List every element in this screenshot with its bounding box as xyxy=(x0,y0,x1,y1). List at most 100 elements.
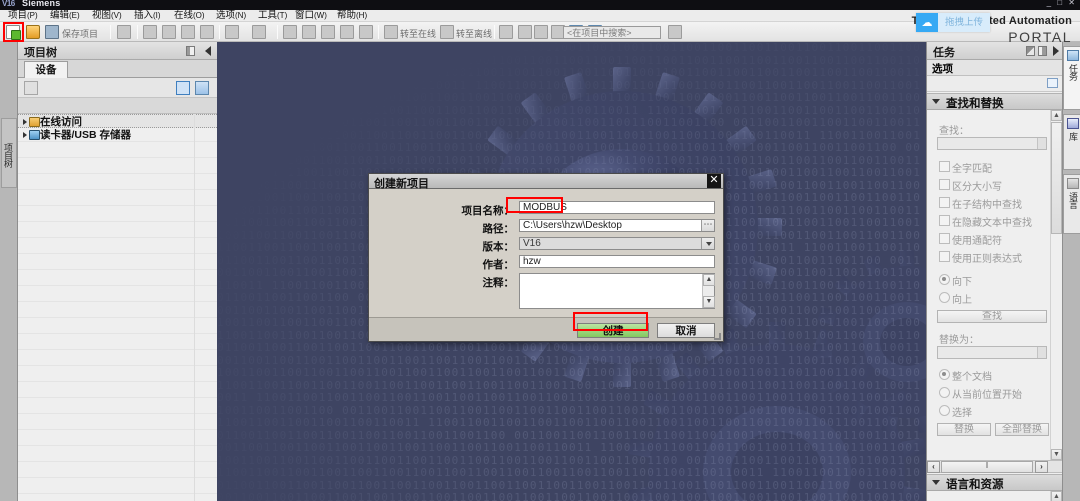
expand-right-icon[interactable] xyxy=(1053,46,1059,56)
sidebar-item-languages[interactable]: 语言 xyxy=(1063,174,1080,234)
cancel-button[interactable]: 取消 xyxy=(657,323,715,338)
chevron-down-icon[interactable] xyxy=(1037,347,1046,358)
scroll-thumb[interactable] xyxy=(1051,122,1062,234)
chevron-down-icon[interactable] xyxy=(932,480,940,485)
replace-input[interactable] xyxy=(937,346,1047,359)
replace-button[interactable]: 替换 xyxy=(937,423,991,436)
cut-icon[interactable] xyxy=(143,25,157,39)
compile-icon[interactable] xyxy=(283,25,297,39)
radio-direction-up[interactable]: 向上 xyxy=(939,291,972,306)
options-toggle-icon[interactable] xyxy=(1047,78,1058,88)
menu-item-help[interactable]: 帮助(H) xyxy=(337,10,367,22)
tree-filter-icon[interactable] xyxy=(24,81,38,95)
window-controls[interactable]: _ □ ✕ xyxy=(1047,0,1077,7)
chevron-down-icon[interactable] xyxy=(701,238,714,249)
scroll-right-button[interactable]: › xyxy=(1035,461,1048,473)
chevron-right-icon[interactable] xyxy=(23,119,27,125)
save-project-label[interactable]: 保存项目 xyxy=(62,27,98,40)
path-input[interactable]: C:\Users\hzw\Desktop ⋯ xyxy=(519,219,715,232)
go-online-icon[interactable] xyxy=(384,25,398,39)
checkbox-find-substruct[interactable]: 在子结构中查找 xyxy=(939,196,1022,211)
save-icon[interactable] xyxy=(45,25,59,39)
comment-scrollbar[interactable]: ▲ ▼ xyxy=(702,274,715,308)
menu-item-window[interactable]: 窗口(W) xyxy=(295,10,327,22)
tree-node-online-access[interactable]: 在线访问 xyxy=(18,114,217,128)
resize-grip-icon[interactable] xyxy=(714,333,721,340)
chevron-down-icon[interactable] xyxy=(932,99,940,104)
open-project-icon[interactable] xyxy=(26,25,40,39)
menu-item-options[interactable]: 选项(N) xyxy=(216,10,246,22)
menu-item-edit[interactable]: 编辑(E) xyxy=(50,10,80,22)
scroll-down-button[interactable]: ▼ xyxy=(703,296,715,308)
task-panel-vertical-scrollbar[interactable]: ▲ ▼ xyxy=(1050,110,1062,460)
tree-columns-icon[interactable] xyxy=(176,81,190,95)
sidebar-item-tasks[interactable]: 任务 xyxy=(1063,46,1080,110)
comment-textarea[interactable]: ▲ ▼ xyxy=(519,273,715,309)
sidebar-item-project-tree[interactable]: 项目树 xyxy=(1,118,17,188)
go-online-label[interactable]: 转至在线 xyxy=(400,27,436,40)
redo-icon[interactable] xyxy=(252,25,266,39)
chevron-down-icon[interactable] xyxy=(1037,138,1046,149)
search-input[interactable]: <在项目中搜索> xyxy=(563,26,661,39)
create-button[interactable]: 创建 xyxy=(577,323,649,338)
project-name-input[interactable]: MODBUS xyxy=(519,201,715,214)
task-panel-horizontal-scrollbar[interactable]: ‹ › xyxy=(927,460,1063,473)
checkbox-use-wildcards[interactable]: 使用通配符 xyxy=(939,232,1002,247)
scroll-down-button[interactable]: ▼ xyxy=(1051,449,1062,460)
diagnostics-icon[interactable] xyxy=(499,25,513,39)
radio-direction-down[interactable]: 向下 xyxy=(939,273,972,288)
checkbox-whole-word[interactable]: 全字匹配 xyxy=(939,160,992,175)
checkbox-use-regex[interactable]: 使用正则表达式 xyxy=(939,250,1022,265)
scroll-up-button[interactable]: ▲ xyxy=(703,274,715,286)
version-select[interactable]: V16 xyxy=(519,237,715,250)
menu-item-project[interactable]: 项目(P) xyxy=(8,10,38,22)
scroll-left-button[interactable]: ‹ xyxy=(927,461,940,473)
go-offline-icon[interactable] xyxy=(440,25,454,39)
menu-item-online[interactable]: 在线(O) xyxy=(174,10,205,22)
replace-all-button[interactable]: 全部替换 xyxy=(995,423,1049,436)
undo-icon[interactable] xyxy=(225,25,239,39)
collapse-left-icon[interactable] xyxy=(205,46,211,56)
scroll-up-button[interactable]: ▲ xyxy=(1051,491,1062,501)
author-input[interactable]: hzw xyxy=(519,255,715,268)
pin-icon[interactable] xyxy=(1038,46,1047,56)
lang-section-vertical-scrollbar[interactable]: ▲ xyxy=(1050,491,1062,501)
restore-icon[interactable] xyxy=(1026,46,1035,56)
go-offline-label[interactable]: 转至离线 xyxy=(456,27,492,40)
checkbox-match-case[interactable]: 区分大小写 xyxy=(939,178,1002,193)
upload-from-device-icon[interactable] xyxy=(321,25,335,39)
download-to-device-icon[interactable] xyxy=(302,25,316,39)
copy-icon[interactable] xyxy=(162,25,176,39)
find-button[interactable]: 查找 xyxy=(937,310,1047,323)
sidebar-item-libraries[interactable]: 库 xyxy=(1063,114,1080,170)
snapshot-icon[interactable] xyxy=(359,25,373,39)
split-editor-horizontal-icon[interactable] xyxy=(518,25,532,39)
radio-scope-from-current[interactable]: 从当前位置开始 xyxy=(939,386,1022,401)
section-language-resources-header[interactable]: 语言和资源 xyxy=(927,474,1063,491)
checkbox-find-hidden-text[interactable]: 在隐藏文本中查找 xyxy=(939,214,1032,229)
tab-devices[interactable]: 设备 xyxy=(24,61,68,78)
new-project-icon[interactable] xyxy=(6,25,21,40)
radio-scope-whole-doc[interactable]: 整个文档 xyxy=(939,368,992,383)
binoculars-icon[interactable] xyxy=(668,25,682,39)
pin-icon[interactable] xyxy=(186,46,195,56)
drag-upload-badge[interactable]: ☁ 拖拽上传 xyxy=(916,13,991,32)
paste-icon[interactable] xyxy=(181,25,195,39)
scroll-up-button[interactable]: ▲ xyxy=(1051,110,1062,121)
print-icon[interactable] xyxy=(117,25,131,39)
menu-item-insert[interactable]: 插入(I) xyxy=(134,10,161,22)
radio-scope-selection[interactable]: 选择 xyxy=(939,404,972,419)
tree-add-icon[interactable] xyxy=(195,81,209,95)
find-input[interactable] xyxy=(937,137,1047,150)
section-find-replace-header[interactable]: 查找和替换 xyxy=(927,93,1063,110)
start-simulation-icon[interactable] xyxy=(340,25,354,39)
menu-item-view[interactable]: 视图(V) xyxy=(92,10,122,22)
menu-item-tools[interactable]: 工具(T) xyxy=(258,10,287,22)
delete-icon[interactable] xyxy=(200,25,214,39)
tree-node-card-reader[interactable]: 读卡器/USB 存储器 xyxy=(18,128,217,142)
chevron-right-icon[interactable] xyxy=(23,132,27,138)
browse-button[interactable]: ⋯ xyxy=(701,220,714,231)
split-editor-vertical-icon[interactable] xyxy=(534,25,548,39)
close-icon[interactable]: ✕ xyxy=(707,174,721,188)
hscroll-thumb[interactable] xyxy=(941,461,1033,473)
